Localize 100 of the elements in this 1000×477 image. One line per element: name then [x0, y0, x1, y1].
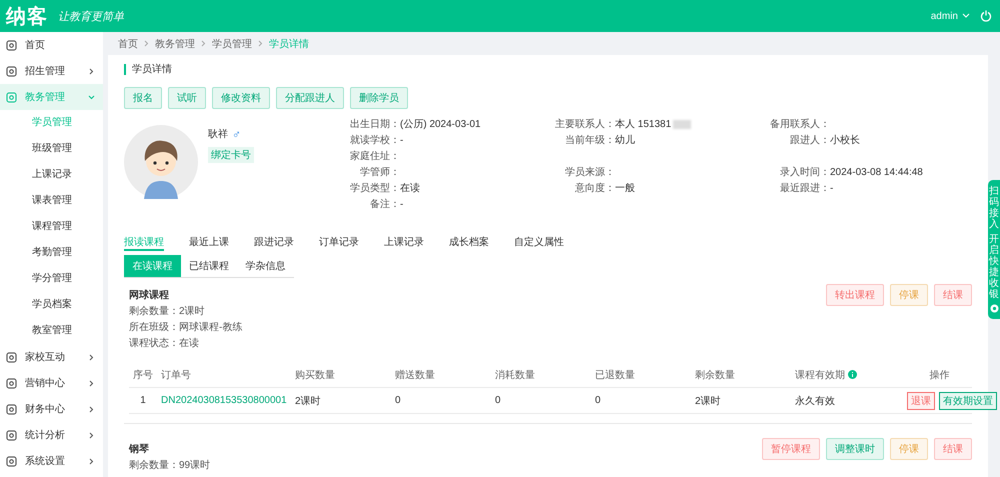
detail-label: 所在班级：: [129, 322, 179, 333]
field-label: 跟进人：: [789, 134, 830, 147]
field-label: 就读学校：: [349, 134, 400, 147]
logo-text: 纳客: [6, 4, 48, 30]
detail-value: 在读: [179, 338, 199, 349]
field-label: 主要联系人：: [554, 118, 615, 131]
info-icon[interactable]: [848, 370, 857, 379]
column-header: 消耗数量: [495, 368, 535, 382]
sidebar-item[interactable]: 财务中心: [0, 396, 103, 422]
submenu-item[interactable]: 学分管理: [0, 266, 103, 292]
column-header: 购买数量: [295, 368, 335, 382]
column-header: 订单号: [161, 368, 191, 382]
breadcrumb-link[interactable]: 教务管理: [155, 36, 195, 50]
table-cell-text: 0: [594, 395, 602, 406]
column-header: 序号: [133, 368, 153, 382]
detail-value: 2课时: [179, 306, 205, 317]
action-button[interactable]: 分配跟进人: [276, 87, 344, 109]
course-button[interactable]: 结课: [934, 284, 972, 306]
field-value: 在读: [400, 182, 420, 195]
card-tag[interactable]: 绑定卡号: [208, 147, 254, 163]
column-header: 操作: [930, 368, 950, 382]
breadcrumb-link[interactable]: 首页: [118, 36, 138, 50]
slogan-text: 让教育更简单: [58, 8, 124, 24]
field-label: 学员来源：: [564, 166, 615, 179]
column-header: 已退数量: [595, 368, 635, 382]
tab[interactable]: 成长档案: [449, 235, 489, 251]
action-button[interactable]: 试听: [168, 87, 206, 109]
submenu-item[interactable]: 教室管理: [0, 318, 103, 344]
row-action-button[interactable]: 退课: [907, 392, 935, 410]
submenu-item[interactable]: 上课记录: [0, 162, 103, 188]
sidebar-item[interactable]: 统计分析: [0, 422, 103, 448]
field-value: 小校长: [830, 134, 860, 147]
field-value: -: [400, 198, 404, 210]
detail-label: 剩余数量：: [129, 306, 179, 317]
section-title: 学员详情: [124, 64, 972, 75]
sidebar-item[interactable]: 系统设置: [0, 448, 103, 474]
tab[interactable]: 上课记录: [384, 235, 424, 251]
caret-icon: [962, 13, 970, 19]
submenu-item[interactable]: 学员档案: [0, 292, 103, 318]
field-label: 意向度：: [574, 182, 615, 195]
field-value: -: [830, 182, 834, 194]
breadcrumb-link[interactable]: 学员管理: [212, 36, 252, 50]
submenu-item[interactable]: 考勤管理: [0, 240, 103, 266]
column-header: 剩余数量: [695, 368, 735, 382]
detail-value: 网球课程-教练: [179, 322, 242, 333]
field-label: 录入时间：: [779, 166, 830, 179]
course-button[interactable]: 结课: [934, 438, 972, 460]
tab[interactable]: 自定义属性: [514, 235, 564, 251]
chevron-icon: [88, 432, 95, 438]
table-cell-text: 0: [394, 395, 402, 406]
field-value: (公历) 2024-03-01: [400, 118, 481, 131]
course-name: 网球课程: [129, 288, 169, 302]
chevron-icon: [88, 458, 95, 464]
order-link[interactable]: DN20240308153530800001: [157, 395, 291, 406]
detail-value: 99课时: [179, 460, 210, 471]
sidebar-item[interactable]: 首页: [0, 32, 103, 58]
chevron-icon: [88, 68, 95, 74]
chevron-icon: [88, 380, 95, 386]
tab[interactable]: 最近上课: [189, 235, 229, 251]
tab[interactable]: 跟进记录: [254, 235, 294, 251]
power-icon[interactable]: [980, 10, 992, 22]
action-button[interactable]: 修改资料: [212, 87, 270, 109]
field-label: 备注：: [369, 198, 400, 211]
chevron-icon: [88, 94, 95, 100]
submenu-item[interactable]: 课程管理: [0, 214, 103, 240]
course-button[interactable]: 调整课时: [826, 438, 884, 460]
column-header: 赠送数量: [395, 368, 435, 382]
field-label: 当前年级：: [564, 134, 615, 147]
row-action-button[interactable]: 有效期设置: [939, 392, 997, 410]
field-value: 一般: [615, 182, 635, 195]
course-name: 钢琴: [129, 442, 149, 456]
column-header: 课程有效期: [795, 368, 845, 382]
submenu-item[interactable]: 课表管理: [0, 188, 103, 214]
detail-label: 课程状态：: [129, 338, 179, 349]
segment-tab[interactable]: 已结课程: [180, 255, 238, 277]
sidebar-item[interactable]: 家校互动: [0, 344, 103, 370]
table-cell-text: 2课时: [694, 394, 722, 408]
student-name: 耿祥: [208, 128, 228, 141]
sidebar-item[interactable]: 营销中心: [0, 370, 103, 396]
detail-label: 剩余数量：: [129, 460, 179, 471]
tab[interactable]: 订单记录: [319, 235, 359, 251]
field-label: 家庭住址：: [349, 150, 400, 163]
field-value: 幼儿: [615, 134, 635, 147]
field-value: 2024-03-08 14:44:48: [830, 166, 923, 178]
table-cell-text: 1: [139, 395, 147, 406]
table-cell-text: 永久有效: [794, 394, 836, 408]
field-label: 出生日期：: [349, 118, 400, 131]
submenu-item[interactable]: 班级管理: [0, 136, 103, 162]
chevron-icon: [258, 40, 263, 47]
course-button[interactable]: 转出课程: [826, 284, 884, 306]
action-button[interactable]: 删除学员: [350, 87, 408, 109]
field-label: 最近跟进：: [779, 182, 830, 195]
segment-tab[interactable]: 学杂信息: [237, 255, 294, 277]
field-label: 学管师：: [359, 166, 400, 179]
action-button[interactable]: 报名: [124, 87, 162, 109]
course-button[interactable]: 暂停课程: [762, 438, 820, 460]
sidebar-item[interactable]: 招生管理: [0, 58, 103, 84]
chevron-icon: [88, 354, 95, 360]
field-label: 学员类型：: [349, 182, 400, 195]
gender-symbol: ♂: [232, 127, 241, 141]
